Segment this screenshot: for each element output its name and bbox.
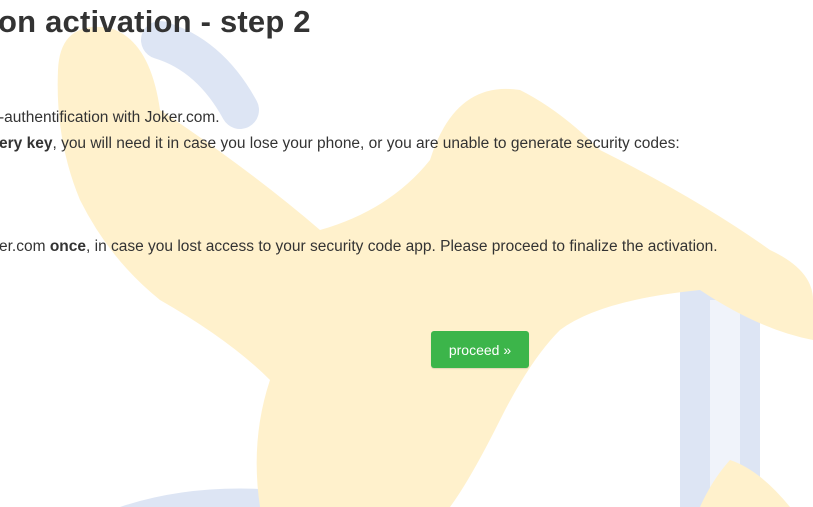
finalize-instructions: er.com once, in case you lost access to … [0,238,718,256]
recovery-key-text: , you will need it in case you lose your… [52,135,680,152]
intro-text-part: -authentification with Joker.com. [0,109,220,126]
intro-text: -authentification with Joker.com. [0,109,220,127]
page: on activation - step 2 -authentification… [0,0,813,507]
page-title: on activation - step 2 [0,4,311,39]
finalize-text-start: er.com [0,238,50,255]
recovery-key-instructions: ery key, you will need it in case you lo… [0,135,680,153]
main-content: on activation - step 2 -authentification… [0,0,813,507]
finalize-text-rest: , in case you lost access to your securi… [86,238,718,255]
proceed-button[interactable]: proceed » [431,331,529,368]
finalize-emphasis: once [49,238,87,255]
recovery-key-label: ery key [0,135,53,152]
